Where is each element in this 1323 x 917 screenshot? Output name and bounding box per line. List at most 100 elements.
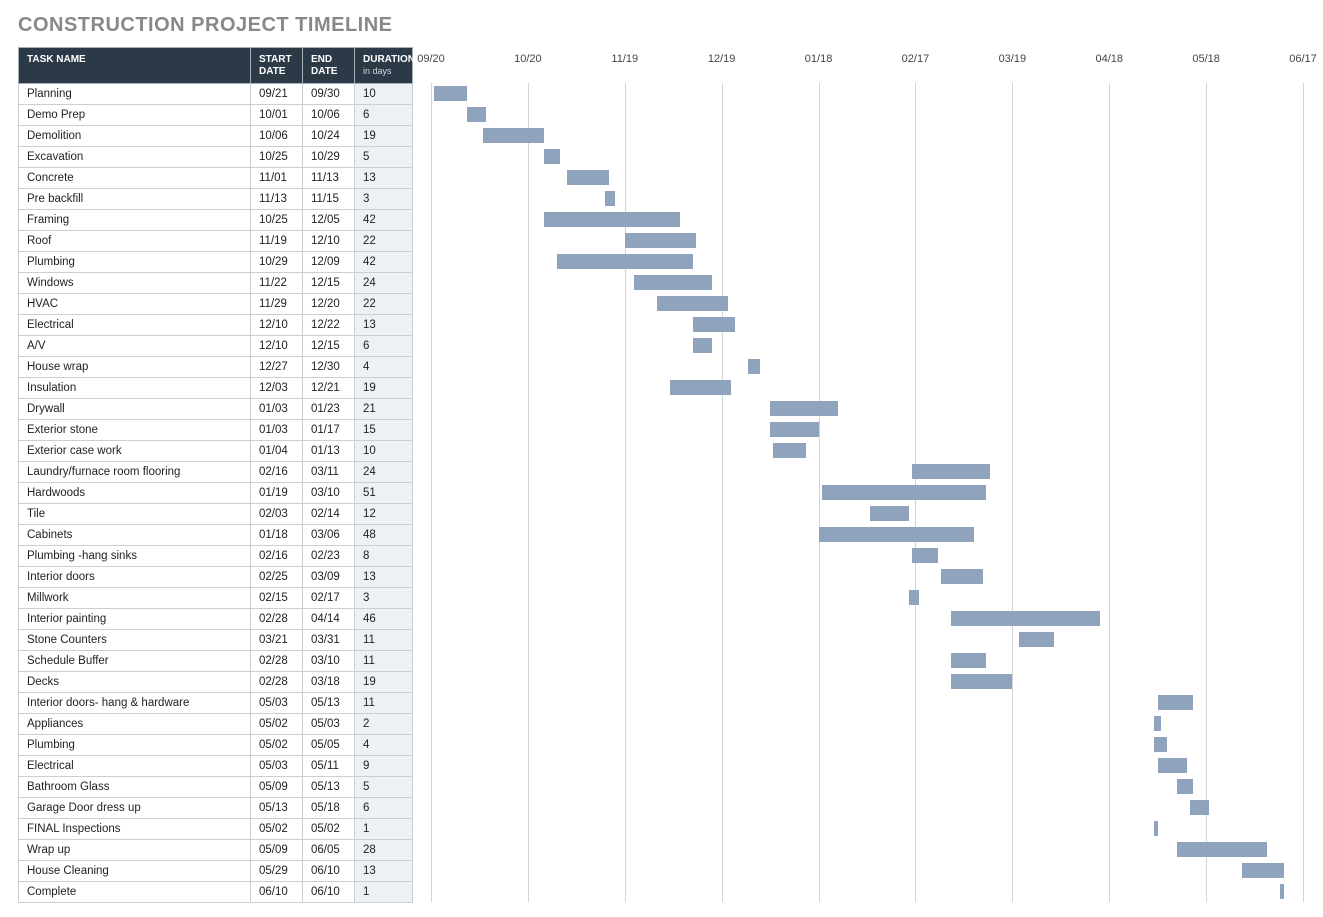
- task-end-cell: 12/20: [303, 294, 355, 315]
- task-duration-cell: 1: [355, 819, 413, 840]
- task-start-cell: 01/03: [251, 420, 303, 441]
- gantt-row: [431, 104, 1303, 125]
- task-name-cell: Garage Door dress up: [19, 798, 251, 819]
- task-duration-cell: 5: [355, 777, 413, 798]
- task-end-cell: 10/24: [303, 126, 355, 147]
- task-start-cell: 02/16: [251, 546, 303, 567]
- gantt-bar: [951, 653, 987, 668]
- task-start-cell: 12/10: [251, 336, 303, 357]
- gantt-row: [431, 377, 1303, 398]
- task-start-cell: 05/03: [251, 756, 303, 777]
- task-end-cell: 12/09: [303, 252, 355, 273]
- gantt-row: [431, 608, 1303, 629]
- table-row: Decks02/2803/1819: [19, 672, 413, 693]
- gantt-row: [431, 818, 1303, 839]
- gantt-bar: [693, 338, 712, 353]
- task-duration-cell: 3: [355, 189, 413, 210]
- gantt-bar: [1154, 737, 1167, 752]
- gantt-row: [431, 440, 1303, 461]
- task-name-cell: Electrical: [19, 315, 251, 336]
- task-start-cell: 02/03: [251, 504, 303, 525]
- gantt-row: [431, 860, 1303, 881]
- task-name-cell: Complete: [19, 882, 251, 903]
- task-start-cell: 01/18: [251, 525, 303, 546]
- gantt-bar: [434, 86, 466, 101]
- gantt-row: [431, 398, 1303, 419]
- gantt-row: [431, 629, 1303, 650]
- table-row: Cabinets01/1803/0648: [19, 525, 413, 546]
- gantt-row: [431, 755, 1303, 776]
- gantt-bar: [909, 590, 919, 605]
- task-duration-cell: 19: [355, 672, 413, 693]
- task-end-cell: 12/15: [303, 273, 355, 294]
- task-end-cell: 01/17: [303, 420, 355, 441]
- task-start-cell: 11/01: [251, 168, 303, 189]
- task-duration-cell: 5: [355, 147, 413, 168]
- task-name-cell: Wrap up: [19, 840, 251, 861]
- task-name-cell: Millwork: [19, 588, 251, 609]
- gantt-bar: [467, 107, 486, 122]
- task-end-cell: 05/13: [303, 693, 355, 714]
- task-end-cell: 12/15: [303, 336, 355, 357]
- gantt-row: [431, 356, 1303, 377]
- task-duration-cell: 11: [355, 693, 413, 714]
- task-name-cell: Electrical: [19, 756, 251, 777]
- gantt-bar: [634, 275, 712, 290]
- table-row: Exterior stone01/0301/1715: [19, 420, 413, 441]
- task-start-cell: 03/21: [251, 630, 303, 651]
- layout: TASK NAME START DATE END DATE DURATION i…: [18, 47, 1305, 903]
- task-end-cell: 01/23: [303, 399, 355, 420]
- task-duration-cell: 28: [355, 840, 413, 861]
- gantt-bar: [773, 443, 805, 458]
- task-start-cell: 11/29: [251, 294, 303, 315]
- col-header-duration: DURATION in days: [355, 48, 413, 84]
- task-end-cell: 02/17: [303, 588, 355, 609]
- task-name-cell: House Cleaning: [19, 861, 251, 882]
- task-name-cell: Laundry/furnace room flooring: [19, 462, 251, 483]
- task-start-cell: 10/25: [251, 147, 303, 168]
- task-name-cell: Excavation: [19, 147, 251, 168]
- table-row: FINAL Inspections05/0205/021: [19, 819, 413, 840]
- task-end-cell: 04/14: [303, 609, 355, 630]
- task-duration-cell: 19: [355, 126, 413, 147]
- task-start-cell: 02/28: [251, 609, 303, 630]
- gantt-bar: [483, 128, 544, 143]
- gantt-row: [431, 692, 1303, 713]
- task-name-cell: Interior painting: [19, 609, 251, 630]
- task-end-cell: 10/29: [303, 147, 355, 168]
- task-start-cell: 11/13: [251, 189, 303, 210]
- gantt-row: [431, 671, 1303, 692]
- task-duration-cell: 13: [355, 567, 413, 588]
- task-duration-cell: 10: [355, 84, 413, 105]
- task-end-cell: 03/11: [303, 462, 355, 483]
- task-duration-cell: 13: [355, 168, 413, 189]
- table-row: Plumbing05/0205/054: [19, 735, 413, 756]
- grid-line: [1303, 83, 1304, 902]
- axis-tick-label: 09/20: [417, 53, 445, 65]
- gantt-bar: [1190, 800, 1209, 815]
- task-duration-cell: 51: [355, 483, 413, 504]
- task-duration-cell: 15: [355, 420, 413, 441]
- task-name-cell: Windows: [19, 273, 251, 294]
- axis-tick-label: 10/20: [514, 53, 542, 65]
- gantt-row: [431, 209, 1303, 230]
- table-row: Hardwoods01/1903/1051: [19, 483, 413, 504]
- task-start-cell: 01/03: [251, 399, 303, 420]
- task-end-cell: 03/10: [303, 651, 355, 672]
- task-start-cell: 05/13: [251, 798, 303, 819]
- task-end-cell: 06/05: [303, 840, 355, 861]
- task-start-cell: 10/06: [251, 126, 303, 147]
- axis-tick-label: 01/18: [805, 53, 833, 65]
- gantt-bar: [770, 422, 818, 437]
- task-name-cell: Drywall: [19, 399, 251, 420]
- task-start-cell: 01/19: [251, 483, 303, 504]
- task-name-cell: Hardwoods: [19, 483, 251, 504]
- task-start-cell: 06/10: [251, 882, 303, 903]
- task-duration-cell: 22: [355, 294, 413, 315]
- gantt-bar: [1177, 842, 1267, 857]
- gantt-bar: [557, 254, 693, 269]
- task-duration-cell: 6: [355, 105, 413, 126]
- axis-tick-label: 11/19: [611, 53, 638, 65]
- task-end-cell: 12/30: [303, 357, 355, 378]
- gantt-row: [431, 881, 1303, 902]
